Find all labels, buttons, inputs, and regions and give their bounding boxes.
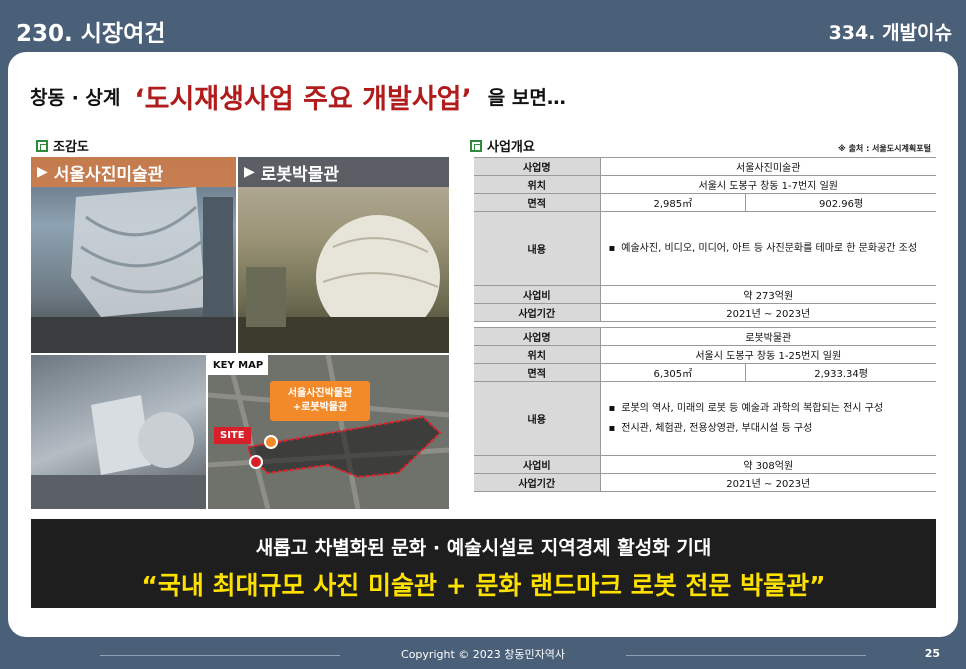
row-value: 2,933.34평	[745, 363, 936, 382]
site-tag: SITE	[214, 427, 251, 444]
header-left-title: 230. 시장여건	[16, 21, 166, 47]
section-title-rendering: 조감도	[36, 136, 89, 155]
row-value: 2021년 ~ 2023년	[600, 303, 936, 322]
table-row: 사업기간 2021년 ~ 2023년	[474, 473, 936, 492]
row-key: 위치	[474, 175, 601, 194]
row-value: 약 308억원	[600, 455, 936, 474]
site-callout: 서울사진박물관 +로봇박물관	[270, 381, 370, 421]
row-key: 면적	[474, 193, 601, 212]
table-row: 사업명 로봇박물관	[474, 327, 936, 346]
table-row: 사업명 서울사진미술관	[474, 157, 936, 176]
section-box-icon	[470, 139, 482, 152]
callout-line2: +로봇박물관	[292, 402, 348, 413]
section-title-overview: 사업개요	[470, 136, 535, 155]
row-key: 내용	[474, 381, 601, 456]
headline-lead: 창동 · 상계	[30, 86, 121, 109]
table-row: 면적 6,305㎡ 2,933.34평	[474, 363, 936, 382]
row-key: 사업비	[474, 455, 601, 474]
source-note: ※ 출처 : 서울도시계획포털	[838, 144, 931, 153]
project-overview-table: 사업명 서울사진미술관 위치 서울시 도봉구 창동 1-7번지 일원 면적 2,…	[474, 157, 936, 492]
key-map: KEY MAP 서울사진박물관 +로봇박물관 SITE	[208, 355, 449, 509]
table-row: 면적 2,985㎡ 902.96평	[474, 193, 936, 212]
row-value: 서울사진미술관	[600, 157, 936, 176]
row-value: 서울시 도봉구 창동 1-25번지 일원	[600, 345, 936, 364]
rendering-images: ▶ 서울사진미술관 ▶ 로봇박물관 KEY MAP 서울사진박물관 +로봇박물관…	[31, 157, 449, 509]
headline-highlight: ‘도시재생사업 주요 개발사업’	[134, 83, 472, 115]
museum-location-marker	[264, 435, 278, 449]
section-box-icon	[36, 139, 48, 152]
row-value: 902.96평	[745, 193, 936, 212]
row-value: 2,985㎡	[600, 193, 747, 212]
row-value: 서울시 도봉구 창동 1-7번지 일원	[600, 175, 936, 194]
play-triangle-icon: ▶	[37, 164, 48, 180]
table-row: 위치 서울시 도봉구 창동 1-25번지 일원	[474, 345, 936, 364]
page-number: 25	[924, 647, 940, 660]
panel1-label: 서울사진미술관	[53, 164, 164, 185]
photo-museum-rendering: ▶ 서울사진미술관	[31, 157, 236, 353]
table-row: 사업기간 2021년 ~ 2023년	[474, 303, 936, 322]
row-key: 사업비	[474, 285, 601, 304]
row-value: 약 273억원	[600, 285, 936, 304]
bullet-icon: ▪	[608, 422, 616, 434]
table-row: 위치 서울시 도봉구 창동 1-7번지 일원	[474, 175, 936, 194]
panel2-ribbon: ▶ 로봇박물관	[238, 157, 449, 187]
content-line: 로봇의 역사, 미래의 로봇 등 예술과 과학의 복합되는 전시 구성	[621, 402, 884, 414]
site-location-marker	[249, 455, 263, 469]
section-title-text: 사업개요	[487, 140, 535, 155]
headline: 창동 · 상계 ‘도시재생사업 주요 개발사업’ 을 보면…	[30, 76, 566, 116]
row-value: 2021년 ~ 2023년	[600, 473, 936, 492]
banner-line1: 새롭고 차별화된 문화 · 예술시설로 지역경제 활성화 기대	[255, 537, 712, 559]
aerial-buildings-image	[31, 395, 206, 509]
row-key: 사업명	[474, 327, 601, 346]
row-key: 사업기간	[474, 303, 601, 322]
robot-museum-rendering: ▶ 로봇박물관	[238, 157, 449, 353]
row-content: ▪ 예술사진, 비디오, 미디어, 아트 등 사진문화를 테마로 한 문화공간 조…	[600, 211, 936, 286]
row-key: 위치	[474, 345, 601, 364]
banner-line2: “국내 최대규모 사진 미술관 + 문화 랜드마크 로봇 전문 박물관”	[141, 571, 826, 600]
callout-line1: 서울사진박물관	[287, 388, 353, 399]
row-key: 사업기간	[474, 473, 601, 492]
headline-tail: 을 보면…	[487, 86, 566, 109]
row-key: 면적	[474, 363, 601, 382]
play-triangle-icon: ▶	[244, 164, 255, 180]
row-value: 로봇박물관	[600, 327, 936, 346]
summary-banner: 새롭고 차별화된 문화 · 예술시설로 지역경제 활성화 기대 “국내 최대규모…	[31, 519, 936, 608]
bullet-icon: ▪	[608, 402, 616, 414]
header-right-title: 334. 개발이슈	[828, 22, 952, 44]
bullet-icon: ▪	[608, 242, 616, 254]
table-row: 내용 ▪ 예술사진, 비디오, 미디어, 아트 등 사진문화를 테마로 한 문화공…	[474, 211, 936, 286]
panel2-label: 로봇박물관	[260, 164, 339, 185]
copyright-text: Copyright © 2023 창동민자역사	[401, 648, 565, 661]
section-title-text: 조감도	[53, 140, 89, 155]
content-line: 전시관, 체험관, 전용상영관, 부대시설 등 구성	[621, 422, 813, 434]
table-row: 사업비 약 308억원	[474, 455, 936, 474]
panel1-ribbon: ▶ 서울사진미술관	[31, 157, 236, 187]
row-key: 사업명	[474, 157, 601, 176]
row-value: 6,305㎡	[600, 363, 747, 382]
table-row: 내용 ▪ 로봇의 역사, 미래의 로봇 등 예술과 과학의 복합되는 전시 구성 …	[474, 381, 936, 456]
content-line: 예술사진, 비디오, 미디어, 아트 등 사진문화를 테마로 한 문화공간 조성	[621, 242, 918, 254]
row-key: 내용	[474, 211, 601, 286]
aerial-rendering	[31, 355, 206, 509]
key-map-label: KEY MAP	[208, 355, 268, 375]
table-row: 사업비 약 273억원	[474, 285, 936, 304]
row-content: ▪ 로봇의 역사, 미래의 로봇 등 예술과 과학의 복합되는 전시 구성 ▪ 전시…	[600, 381, 936, 456]
